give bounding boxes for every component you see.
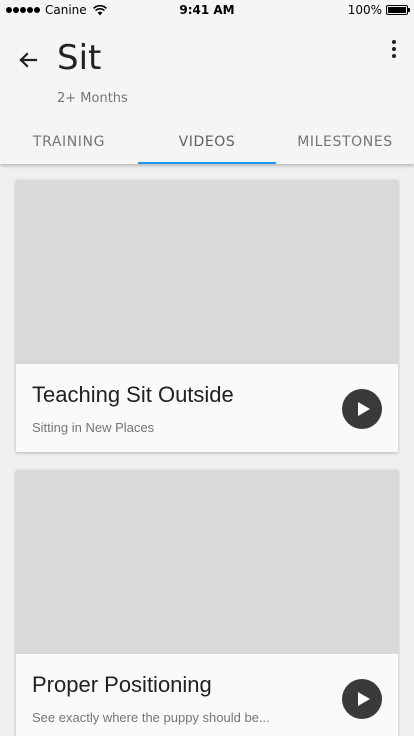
play-icon [357, 402, 370, 416]
page-title: Sit [57, 38, 102, 78]
video-subtitle: See exactly where the puppy should be... [32, 710, 270, 725]
video-subtitle: Sitting in New Places [32, 420, 155, 435]
play-button[interactable] [342, 389, 382, 429]
battery-percent: 100% [347, 3, 382, 17]
app-header: Sit 2+ Months TRAINING VIDEOS MILESTONES [0, 20, 414, 164]
tab-training[interactable]: TRAINING [0, 124, 138, 164]
video-list[interactable]: Teaching Sit Outside Sitting in New Plac… [0, 164, 414, 736]
video-title: Proper Positioning [32, 672, 212, 697]
video-thumbnail[interactable] [16, 180, 398, 364]
battery-icon [386, 5, 410, 15]
video-title: Teaching Sit Outside [32, 382, 234, 407]
tab-bar: TRAINING VIDEOS MILESTONES [0, 124, 414, 164]
status-right: 100% [347, 3, 410, 17]
play-icon [357, 692, 370, 706]
tab-videos[interactable]: VIDEOS [138, 124, 276, 164]
tab-milestones[interactable]: MILESTONES [276, 124, 414, 164]
status-bar: Canine 9:41 AM 100% [0, 0, 414, 20]
play-button[interactable] [342, 679, 382, 719]
video-thumbnail[interactable] [16, 470, 398, 654]
arrow-left-icon[interactable] [14, 46, 42, 74]
more-vertical-icon[interactable] [386, 38, 402, 60]
video-card[interactable]: Teaching Sit Outside Sitting in New Plac… [16, 180, 398, 452]
page-subtitle: 2+ Months [57, 91, 128, 106]
video-card[interactable]: Proper Positioning See exactly where the… [16, 470, 398, 736]
